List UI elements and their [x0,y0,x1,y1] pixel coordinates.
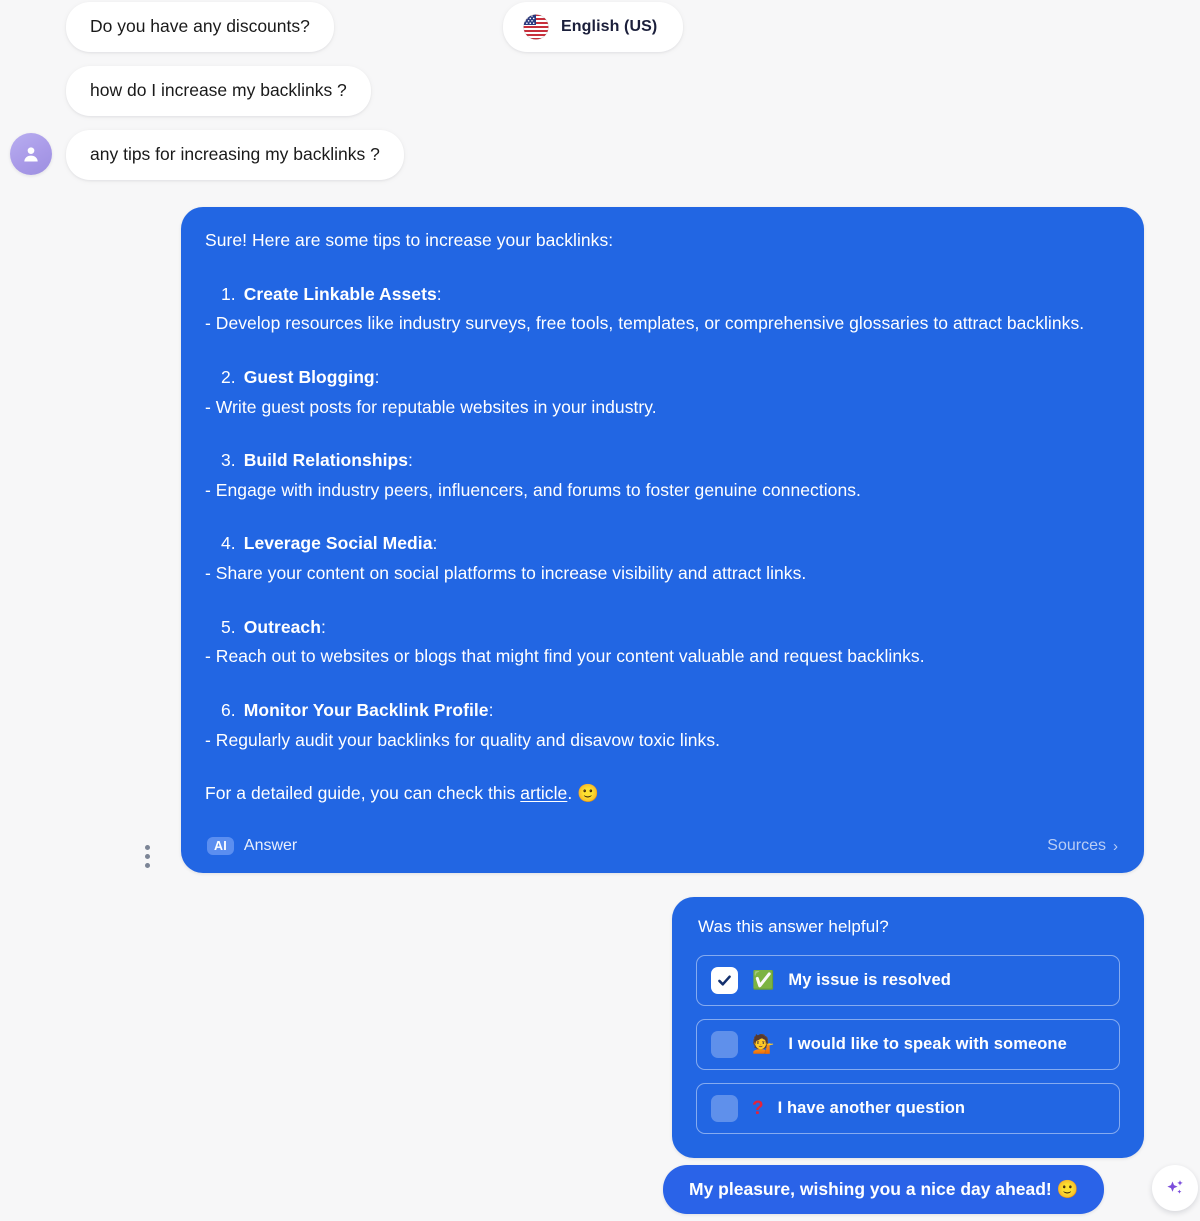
answer-tip-title: Guest Blogging [243,366,375,387]
answer-tip-title: Build Relationships [243,450,408,471]
answer-tip-title: Create Linkable Assets [243,283,437,304]
answer-tip-description: - Develop resources like industry survey… [205,313,1085,334]
answer-tip: 5. Outreach: - Reach out to websites or b… [205,614,1120,671]
ai-answer-footer: AI Answer Sources › [205,831,1120,874]
language-selector[interactable]: English (US) [503,2,684,52]
user-avatar-icon [21,144,41,164]
ai-answer-bubble: Sure! Here are some tips to increase you… [181,207,1144,874]
answer-tip-description: - Reach out to websites or blogs that mi… [205,646,925,667]
sparkle-icon[interactable] [1152,1165,1198,1211]
answer-tip-number: 4. [221,533,236,554]
feedback-option-resolved[interactable]: ✅ My issue is resolved [696,955,1120,1006]
feedback-option-label: I have another question [777,1099,966,1117]
user-message-bubble: how do I increase my backlinks ? [66,66,371,116]
answer-tip: 4. Leverage Social Media: - Share your co… [205,530,1120,587]
answer-tip-title: Monitor Your Backlink Profile [243,700,489,721]
kebab-dot [145,863,150,868]
avatar [10,133,52,175]
person-tipping-hand-emoji-icon: 💁 [752,1033,775,1055]
feedback-card: Was this answer helpful? ✅ My issue is r… [672,897,1144,1158]
closing-message-text: My pleasure, wishing you a nice day ahea… [689,1179,1079,1199]
answer-closing-suffix: . [567,783,578,804]
check-mark-emoji-icon: ✅ [752,969,775,991]
feedback-option-label: I would like to speak with someone [788,1035,1067,1053]
closing-message-bubble: My pleasure, wishing you a nice day ahea… [663,1165,1105,1214]
answer-closing: For a detailed guide, you can check this… [205,780,1120,809]
kebab-menu-icon[interactable] [145,845,150,868]
sources-label: Sources [1047,837,1106,855]
answer-tip-description: - Write guest posts for reputable websit… [205,396,657,417]
ai-answer-body: Sure! Here are some tips to increase you… [205,227,1120,809]
answer-tip: 2. Guest Blogging: - Write guest posts fo… [205,364,1120,421]
sources-button[interactable]: Sources › [1047,837,1118,855]
answer-tip-title: Outreach [243,616,321,637]
kebab-dot [145,845,150,850]
answer-tip-description: - Regularly audit your backlinks for qua… [205,729,721,750]
answer-tip: 6. Monitor Your Backlink Profile: - Regul… [205,697,1120,754]
article-link[interactable]: article [520,783,567,803]
answer-tip-heading: 6. Monitor Your Backlink Profile: [221,700,494,721]
kebab-dot [145,854,150,859]
feedback-title: Was this answer helpful? [698,917,889,936]
answer-tip-description: - Engage with industry peers, influencer… [205,479,861,500]
answer-tip: 1. Create Linkable Assets: - Develop reso… [205,281,1120,338]
answer-tip-heading: 3. Build Relationships: [221,450,413,471]
feedback-option-speak-with-someone[interactable]: 💁 I would like to speak with someone [696,1019,1120,1070]
chevron-right-icon: › [1113,837,1118,855]
answer-tip-number: 1. [221,283,236,304]
answer-tip-number: 5. [221,616,236,637]
answer-label: Answer [243,837,298,855]
answer-tip-number: 2. [221,366,236,387]
ai-answer-container: Sure! Here are some tips to increase you… [181,207,1144,874]
language-label: English (US) [561,18,658,35]
answer-closing-prefix: For a detailed guide, you can check this [205,783,521,804]
user-message-bubble: any tips for increasing my backlinks ? [66,130,404,180]
answer-tip-description: - Share your content on social platforms… [205,563,807,584]
answer-intro: Sure! Here are some tips to increase you… [205,230,614,250]
answer-tip-number: 3. [221,450,236,471]
answer-tip-heading: 4. Leverage Social Media: [221,533,438,554]
user-message-bubble: Do you have any discounts? [66,2,334,52]
feedback-option-another-question[interactable]: ? I have another question [696,1083,1120,1134]
checkbox-checked-icon[interactable] [711,967,738,994]
answer-tip-heading: 1. Create Linkable Assets: [221,283,442,304]
us-flag-icon [523,14,549,40]
answer-tip-number: 6. [221,700,236,721]
answer-tip: 3. Build Relationships: - Engage with ind… [205,447,1120,504]
checkbox-unchecked-icon[interactable] [711,1095,738,1122]
question-mark-emoji-icon: ? [752,1098,764,1119]
user-message-text: Do you have any discounts? [90,16,310,36]
checkbox-unchecked-icon[interactable] [711,1031,738,1058]
user-message-text: how do I increase my backlinks ? [90,80,347,100]
answer-tip-heading: 5. Outreach: [221,616,326,637]
ai-badge: AI [207,836,234,856]
feedback-option-label: My issue is resolved [788,971,951,989]
answer-tip-heading: 2. Guest Blogging: [221,366,380,387]
smiley-emoji-icon: 🙂 [577,784,599,805]
user-message-text: any tips for increasing my backlinks ? [90,144,380,164]
ai-answer-footer-left: AI Answer [207,836,298,856]
answer-tip-title: Leverage Social Media [243,533,433,554]
